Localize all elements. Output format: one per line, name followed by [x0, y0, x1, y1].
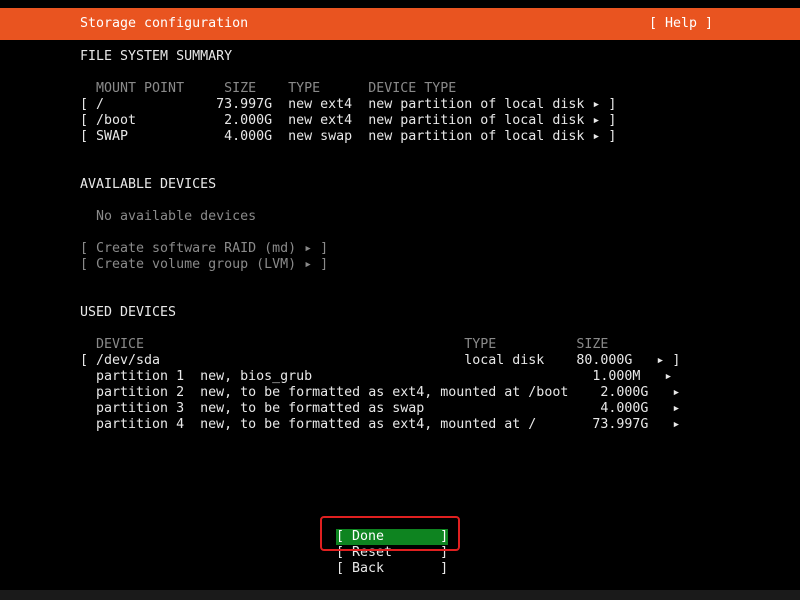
fs-row-boot[interactable]: [ /boot 2.000G new ext4 new partition of… — [80, 113, 616, 129]
top-border — [0, 0, 800, 8]
partition-row-1[interactable]: partition 1 new, bios_grub 1.000M ▸ — [80, 369, 672, 385]
back-button[interactable]: [ Back ] — [336, 561, 448, 577]
fs-row-swap[interactable]: [ SWAP 4.000G new swap new partition of … — [80, 129, 616, 145]
bottom-border — [0, 590, 800, 600]
partition-row-3[interactable]: partition 3 new, to be formatted as swap… — [80, 401, 680, 417]
create-raid-button[interactable]: [ Create software RAID (md) ▸ ] — [80, 241, 328, 257]
fs-row-root[interactable]: [ / 73.997G new ext4 new partition of lo… — [80, 97, 616, 113]
title-bar: Storage configuration [ Help ] — [0, 8, 800, 40]
fs-summary-heading: FILE SYSTEM SUMMARY — [80, 49, 233, 64]
no-available-devices-text: No available devices — [80, 209, 257, 224]
create-lvm-button[interactable]: [ Create volume group (LVM) ▸ ] — [80, 257, 328, 273]
fs-summary-columns: MOUNT POINT SIZE TYPE DEVICE TYPE — [80, 81, 457, 96]
partition-row-2[interactable]: partition 2 new, to be formatted as ext4… — [80, 385, 680, 401]
help-button[interactable]: [ Help ] — [649, 16, 713, 31]
device-row-sda[interactable]: [ /dev/sda local disk 80.000G ▸ ] — [80, 353, 680, 369]
available-devices-heading: AVAILABLE DEVICES — [80, 177, 217, 192]
used-devices-heading: USED DEVICES — [80, 305, 177, 320]
done-highlight-box — [320, 516, 460, 551]
partition-row-4[interactable]: partition 4 new, to be formatted as ext4… — [80, 417, 680, 433]
page-title: Storage configuration — [80, 16, 249, 31]
used-devices-columns: DEVICE TYPE SIZE — [80, 337, 609, 352]
